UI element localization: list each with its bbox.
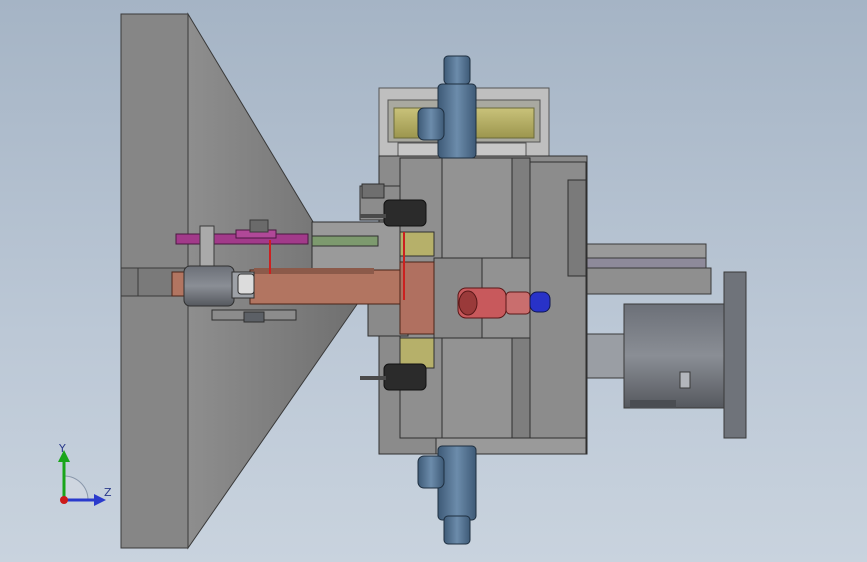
- y-axis-label: Y: [59, 442, 66, 455]
- view-orientation-triad: [58, 450, 106, 506]
- cad-graphics-viewport[interactable]: Y Z: [0, 0, 867, 562]
- air-cylinder: [579, 271, 747, 439]
- guide-rails: [585, 243, 712, 295]
- bottom-adjust-screw: [417, 445, 477, 545]
- z-axis-label: Z: [104, 486, 112, 499]
- x-axis-dot: [60, 496, 68, 504]
